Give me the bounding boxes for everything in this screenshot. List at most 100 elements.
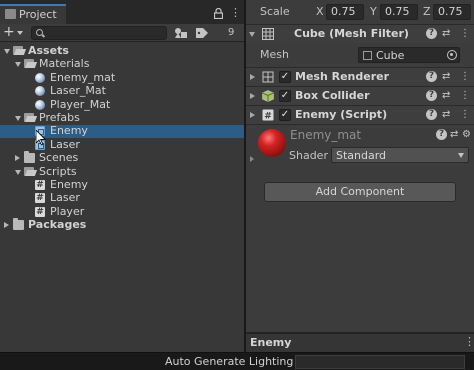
- presets-icon[interactable]: ⇄: [450, 129, 458, 141]
- status-bar: Auto Generate Lighting Off: [0, 352, 474, 370]
- scale-z-field[interactable]: 0.75: [433, 4, 471, 20]
- tree-item[interactable]: Prefabs: [0, 111, 244, 125]
- lock-icon[interactable]: [214, 8, 223, 19]
- script-icon: #: [35, 193, 45, 204]
- add-component-button[interactable]: Add Component: [264, 182, 456, 202]
- tree-item-label: Packages: [28, 218, 87, 232]
- preview-bar[interactable]: Enemy ⋮: [246, 334, 474, 352]
- tree-item[interactable]: Laser_Mat: [0, 84, 244, 98]
- tree-item[interactable]: Scripts: [0, 165, 244, 179]
- preview-menu-icon[interactable]: ⋮: [464, 336, 474, 348]
- status-text[interactable]: Auto Generate Lighting Off: [165, 355, 313, 368]
- mesh-row: Mesh Cube: [246, 44, 474, 66]
- mesh-renderer-icon: [262, 71, 274, 83]
- component-header[interactable]: ✓ Box Collider? ⇄ ⋮: [246, 86, 474, 105]
- svg-text:#: #: [264, 112, 272, 122]
- presets-icon[interactable]: ⇄: [442, 109, 450, 121]
- component-menu-icon[interactable]: ⋮: [460, 28, 470, 40]
- component-title: Box Collider: [295, 89, 370, 102]
- scale-y-field[interactable]: 0.75: [380, 4, 418, 20]
- create-button[interactable]: +: [3, 25, 25, 41]
- tree-item[interactable]: # Laser: [0, 191, 244, 205]
- fold-arrow-icon[interactable]: [250, 93, 255, 99]
- object-picker-icon[interactable]: [447, 50, 457, 60]
- project-tab-bar: Project ⋮: [0, 0, 244, 24]
- project-tab[interactable]: Project: [0, 4, 66, 24]
- search-by-label-icon[interactable]: [196, 28, 208, 38]
- tree-item-label: Player: [50, 204, 85, 218]
- mesh-filter-title: Cube (Mesh Filter): [294, 27, 409, 40]
- mesh-label: Mesh: [260, 48, 289, 61]
- material-icon: [35, 72, 45, 83]
- chevron-down-icon: [458, 153, 464, 158]
- presets-icon[interactable]: ⇄: [442, 28, 450, 40]
- shader-dropdown[interactable]: Standard: [331, 147, 469, 163]
- presets-icon[interactable]: ⇄: [442, 71, 450, 83]
- enabled-checkbox[interactable]: ✓: [279, 90, 291, 102]
- scale-y-label: Y: [370, 5, 377, 18]
- chevron-down-icon[interactable]: [4, 49, 10, 54]
- mesh-filter-header[interactable]: Cube (Mesh Filter) ? ⇄ ⋮: [246, 24, 474, 43]
- tree-item-label: Laser_Mat: [50, 84, 106, 98]
- tree-item-label: Enemy: [50, 124, 88, 138]
- help-icon[interactable]: ?: [426, 28, 437, 39]
- status-progress-area: [295, 355, 465, 369]
- fold-arrow-icon[interactable]: [250, 112, 255, 118]
- tree-item[interactable]: # Enemy: [0, 178, 244, 192]
- component-header[interactable]: # ✓ Enemy (Script)? ⇄ ⋮: [246, 105, 474, 124]
- script-icon: #: [35, 206, 45, 217]
- tree-item[interactable]: Assets: [0, 44, 244, 58]
- chevron-down-icon[interactable]: [15, 169, 21, 175]
- tree-item[interactable]: Player_Mat: [0, 97, 244, 112]
- help-icon[interactable]: ?: [426, 90, 437, 101]
- script-icon: #: [35, 180, 45, 190]
- material-name: Enemy_mat: [290, 128, 362, 142]
- component-menu-icon[interactable]: ⋮: [460, 71, 470, 83]
- chevron-down-icon[interactable]: [15, 116, 21, 121]
- gear-icon[interactable]: ⚙: [462, 129, 471, 141]
- scale-label: Scale: [260, 5, 290, 18]
- component-menu-icon[interactable]: ⋮: [460, 90, 470, 102]
- hidden-count: 9: [228, 27, 235, 38]
- help-icon[interactable]: ?: [436, 129, 447, 140]
- help-icon[interactable]: ?: [426, 71, 437, 82]
- component-menu-icon[interactable]: ⋮: [460, 109, 470, 121]
- mesh-object-field[interactable]: Cube: [358, 47, 460, 63]
- fold-arrow-icon[interactable]: [250, 156, 254, 162]
- enabled-checkbox[interactable]: ✓: [279, 109, 291, 121]
- mesh-value: Cube: [376, 49, 405, 62]
- tree-item-label: Laser: [50, 137, 80, 151]
- presets-icon[interactable]: ⇄: [442, 90, 450, 102]
- tree-item[interactable]: Materials: [0, 57, 244, 71]
- tree-item-label: Assets: [28, 44, 69, 57]
- help-icon[interactable]: ?: [426, 109, 437, 120]
- tree-item[interactable]: Scenes: [0, 151, 244, 165]
- shader-value: Standard: [336, 149, 387, 162]
- folder-open-icon: [13, 46, 24, 56]
- chevron-down-icon[interactable]: [15, 62, 21, 68]
- enabled-checkbox[interactable]: ✓: [279, 71, 291, 83]
- search-input[interactable]: [31, 26, 167, 40]
- search-by-type-icon[interactable]: [174, 27, 188, 39]
- tree-item[interactable]: Enemy_mat: [0, 71, 244, 85]
- project-menu-icon[interactable]: ⋮: [230, 7, 241, 19]
- mesh-icon: [363, 51, 372, 60]
- scale-z-label: Z: [423, 5, 431, 18]
- project-toolbar: + 9: [0, 24, 437, 42]
- component-header[interactable]: ✓ Mesh Renderer? ⇄ ⋮: [246, 67, 474, 86]
- folder-icon: [24, 151, 35, 164]
- folder-icon: [13, 218, 24, 231]
- material-section: Enemy_mat ? ⇄ ⚙ Shader Standard: [246, 124, 474, 170]
- inspector-panel: Scale X 0.75 Y 0.75 Z 0.75 Cube (Mesh Fi…: [246, 0, 474, 352]
- tree-item-label: Materials: [39, 57, 90, 71]
- tree-item[interactable]: # Player: [0, 204, 244, 219]
- component-title: Enemy (Script): [295, 108, 388, 121]
- scale-x-field[interactable]: 0.75: [326, 4, 364, 20]
- tree-item[interactable]: Packages: [0, 218, 244, 232]
- fold-arrow-icon[interactable]: [250, 74, 255, 80]
- chevron-right-icon[interactable]: [15, 155, 20, 162]
- fold-arrow-icon[interactable]: [249, 32, 255, 37]
- tree-item-label: Player_Mat: [50, 97, 111, 111]
- chevron-right-icon[interactable]: [4, 222, 9, 229]
- tree-item-label: Scenes: [39, 151, 79, 165]
